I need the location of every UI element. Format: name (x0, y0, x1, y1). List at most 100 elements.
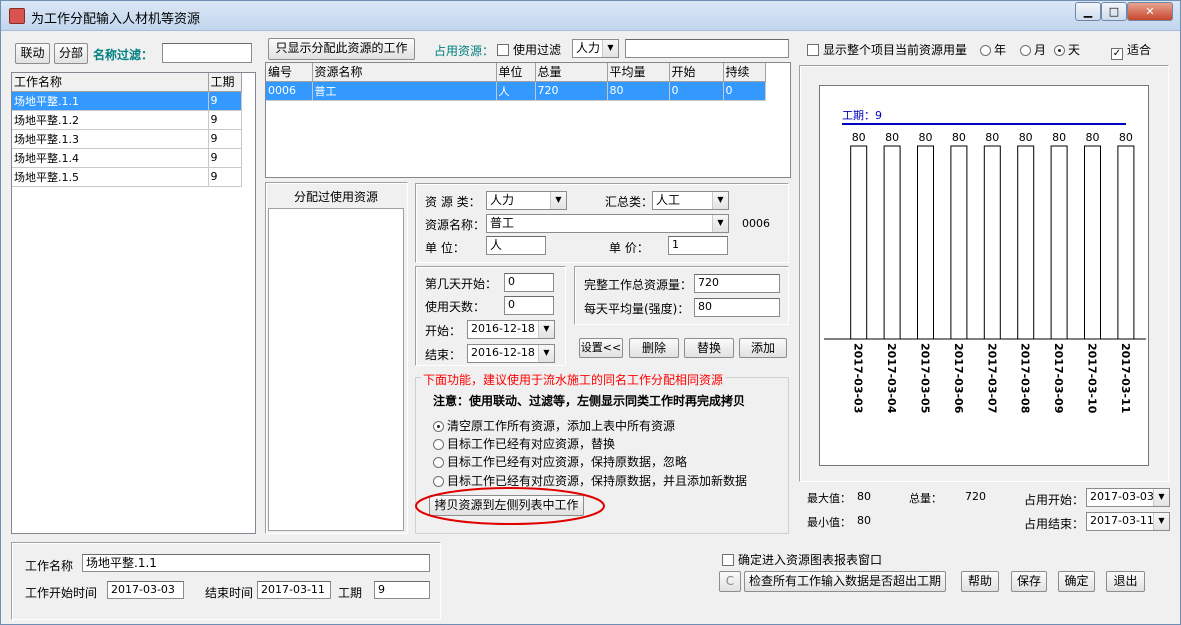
add-button[interactable]: 添加 (739, 338, 787, 358)
resource-filter-input[interactable] (625, 39, 789, 58)
copy-option-2[interactable]: 目标工作已经有对应资源，替换 (433, 435, 615, 452)
only-show-assigned-button[interactable]: 只显示分配此资源的工作 (268, 38, 415, 60)
radio-button[interactable] (433, 439, 444, 450)
close-button[interactable]: ✕ (1127, 2, 1173, 21)
col-duration[interactable]: 工期 (208, 73, 242, 92)
maximize-button[interactable]: □ (1101, 2, 1127, 21)
radio-button[interactable] (1020, 45, 1031, 56)
col-total[interactable]: 总量 (535, 63, 608, 82)
table-row[interactable]: 场地平整.1.3 9 (12, 129, 242, 149)
chevron-down-icon[interactable]: ▼ (1153, 489, 1169, 506)
col-unit[interactable]: 单位 (496, 63, 536, 82)
cell-work-name[interactable]: 场地平整.1.5 (12, 167, 209, 187)
checkbox-box[interactable]: ✓ (1111, 48, 1123, 60)
table-row[interactable]: 0006 普工 人 720 80 0 0 (266, 81, 766, 101)
period-month-radio[interactable]: 月 (1020, 41, 1046, 58)
period-year-radio[interactable]: 年 (980, 41, 1006, 58)
resource-type-select[interactable]: 人力 ▼ (572, 39, 619, 58)
radio-button[interactable] (1054, 45, 1065, 56)
end-date-picker[interactable]: 2016-12-18 ▼ (467, 344, 555, 363)
cell-start[interactable]: 0 (669, 81, 724, 101)
resource-name-select[interactable]: 普工 ▼ (486, 214, 729, 233)
copy-option-3[interactable]: 目标工作已经有对应资源，保持原数据，忽略 (433, 453, 687, 470)
start-date-picker[interactable]: 2016-12-18 ▼ (467, 320, 555, 339)
cell-duration[interactable]: 9 (208, 148, 242, 168)
set-button[interactable]: 设置<< (579, 338, 623, 358)
cell-duration[interactable]: 9 (208, 110, 242, 130)
cell-duration[interactable]: 0 (723, 81, 766, 101)
resource-class-select[interactable]: 人力 ▼ (486, 191, 567, 210)
open-chart-report-checkbox[interactable]: 确定进入资源图表报表窗口 (722, 551, 882, 568)
assigned-resources-list[interactable] (268, 208, 404, 531)
chevron-down-icon[interactable]: ▼ (712, 215, 728, 232)
cell-work-name[interactable]: 场地平整.1.2 (12, 110, 209, 130)
work-start-input[interactable]: 2017-03-03 (107, 581, 184, 599)
use-filter-label: 使用过滤 (513, 43, 562, 57)
cell-total[interactable]: 720 (535, 81, 608, 101)
table-row[interactable]: 场地平整.1.2 9 (12, 110, 242, 130)
period-day-radio[interactable]: 天 (1054, 41, 1080, 58)
use-filter-checkbox[interactable]: 使用过滤 (497, 41, 561, 58)
chevron-down-icon[interactable]: ▼ (538, 345, 554, 362)
period-month-label: 月 (1034, 43, 1047, 57)
exit-button[interactable]: 退出 (1106, 571, 1145, 592)
cell-unit[interactable]: 人 (496, 81, 536, 101)
ok-button[interactable]: 确定 (1058, 571, 1095, 592)
table-row[interactable]: 场地平整.1.1 9 (12, 91, 242, 111)
table-row[interactable]: 场地平整.1.5 9 (12, 167, 242, 187)
unit-input[interactable]: 人 (486, 236, 546, 255)
total-resource-input[interactable]: 720 (694, 274, 780, 293)
radio-button[interactable] (980, 45, 991, 56)
save-button[interactable]: 保存 (1011, 571, 1047, 592)
col-resource-name[interactable]: 资源名称 (312, 63, 497, 82)
chevron-down-icon[interactable]: ▼ (550, 192, 566, 209)
c-button[interactable]: C (719, 571, 741, 592)
minimize-button[interactable]: ▁ (1075, 2, 1101, 21)
work-end-input[interactable]: 2017-03-11 (257, 581, 331, 599)
chevron-down-icon[interactable]: ▼ (712, 192, 728, 209)
assigned-resources-panel: 分配过使用资源 (265, 182, 408, 534)
chevron-down-icon[interactable]: ▼ (602, 40, 618, 57)
chevron-down-icon[interactable]: ▼ (1153, 513, 1169, 530)
chevron-down-icon[interactable]: ▼ (538, 321, 554, 338)
radio-button[interactable] (433, 421, 444, 432)
split-button[interactable]: 分部 (54, 43, 88, 64)
show-project-usage-checkbox[interactable]: 显示整个项目当前资源用量 (807, 41, 967, 58)
cell-average[interactable]: 80 (607, 81, 670, 101)
summary-class-select[interactable]: 人工 ▼ (652, 191, 729, 210)
cell-duration[interactable]: 9 (208, 91, 242, 111)
col-work-name[interactable]: 工作名称 (12, 73, 209, 92)
cell-work-name[interactable]: 场地平整.1.3 (12, 129, 209, 149)
help-button[interactable]: 帮助 (961, 571, 999, 592)
work-duration-input[interactable]: 9 (374, 581, 430, 599)
cell-duration[interactable]: 9 (208, 167, 242, 187)
checkbox-box[interactable] (497, 44, 509, 56)
col-start[interactable]: 开始 (669, 63, 724, 82)
daily-average-input[interactable]: 80 (694, 298, 780, 317)
cell-duration[interactable]: 9 (208, 129, 242, 149)
fit-checkbox[interactable]: ✓ 适合 (1111, 41, 1151, 60)
day-start-input[interactable]: 0 (504, 273, 554, 292)
check-overrun-button[interactable]: 检查所有工作输入数据是否超出工期 (744, 571, 946, 592)
checkbox-box[interactable] (722, 554, 734, 566)
col-duration[interactable]: 持续 (723, 63, 766, 82)
copy-option-1[interactable]: 清空原工作所有资源，添加上表中所有资源 (433, 417, 675, 434)
work-name-input[interactable]: 场地平整.1.1 (82, 554, 430, 572)
cell-code[interactable]: 0006 (266, 81, 313, 101)
table-row[interactable]: 场地平整.1.4 9 (12, 148, 242, 168)
price-input[interactable]: 1 (668, 236, 728, 255)
radio-button[interactable] (433, 457, 444, 468)
link-button[interactable]: 联动 (15, 43, 50, 64)
cell-work-name[interactable]: 场地平整.1.4 (12, 148, 209, 168)
col-code[interactable]: 编号 (266, 63, 313, 82)
occupy-end-picker[interactable]: 2017-03-11 ▼ (1086, 512, 1170, 531)
cell-resource-name[interactable]: 普工 (312, 81, 497, 101)
cell-work-name[interactable]: 场地平整.1.1 (12, 91, 209, 111)
use-days-input[interactable]: 0 (504, 296, 554, 315)
occupy-start-picker[interactable]: 2017-03-03 ▼ (1086, 488, 1170, 507)
checkbox-box[interactable] (807, 44, 819, 56)
col-average[interactable]: 平均量 (607, 63, 670, 82)
name-filter-input[interactable] (162, 43, 252, 63)
delete-button[interactable]: 删除 (629, 338, 679, 358)
replace-button[interactable]: 替换 (684, 338, 734, 358)
